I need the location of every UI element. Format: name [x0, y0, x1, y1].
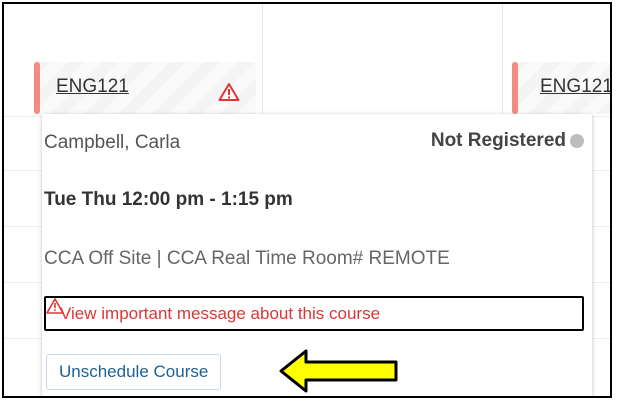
course-accent-bar [512, 62, 518, 114]
course-accent-bar [34, 62, 40, 114]
important-message-link[interactable]: View important message about this course [44, 296, 584, 331]
arrow-left-icon [278, 348, 400, 399]
registration-status: Not Registered [431, 130, 584, 152]
warning-triangle-icon[interactable] [218, 82, 240, 107]
course-block[interactable]: ENG121 [34, 62, 256, 114]
meeting-location: CCA Off Site | CCA Real Time Room# REMOT… [44, 248, 450, 269]
calendar-frame: ENG121 ENG121 Campbell, Carla Not Regist… [2, 2, 612, 398]
course-code-link[interactable]: ENG121 [56, 76, 129, 98]
warning-triangle-icon [46, 298, 64, 319]
course-block[interactable]: ENG121 [512, 62, 610, 114]
course-code-link[interactable]: ENG121 [540, 76, 610, 98]
unschedule-course-button[interactable]: Unschedule Course [46, 354, 222, 390]
meeting-schedule: Tue Thu 12:00 pm - 1:15 pm [44, 189, 293, 210]
status-label: Not Registered [430, 130, 566, 151]
status-dot-icon [570, 134, 584, 148]
important-message-text[interactable]: View important message about this course [46, 304, 380, 324]
instructor-name: Campbell, Carla [44, 132, 181, 153]
